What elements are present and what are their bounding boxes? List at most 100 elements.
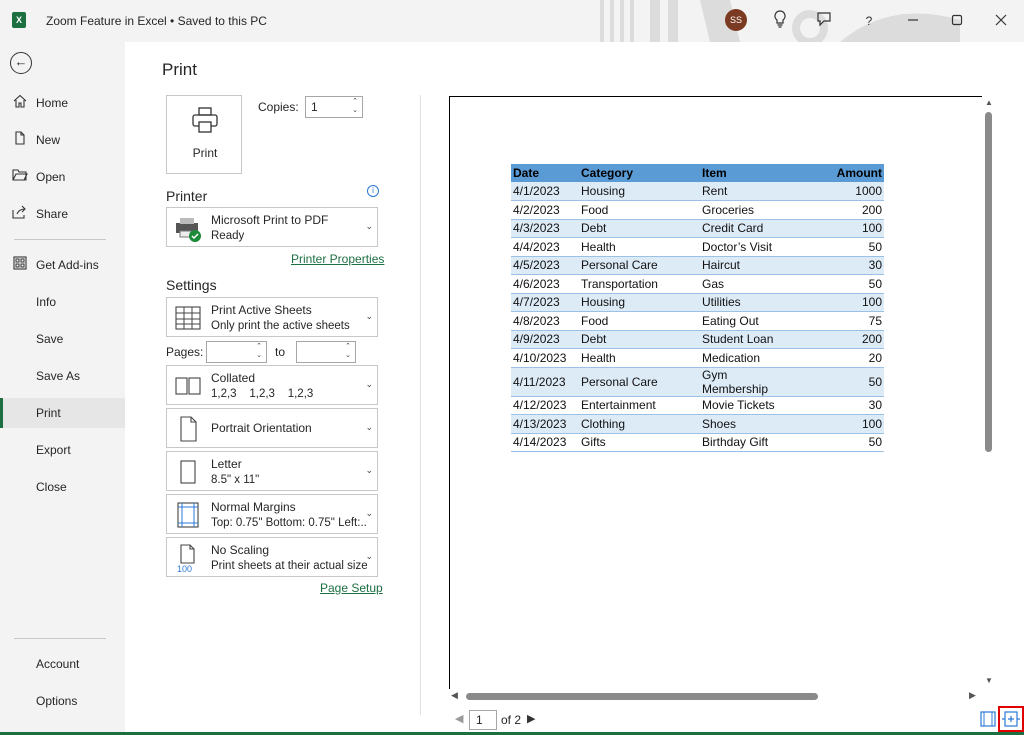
nav-account[interactable]: Account [0,649,125,679]
table-row: 4/8/2023 Food Eating Out 75 [511,311,884,331]
nav-share[interactable]: Share [0,199,125,229]
table-cell: Health [579,237,700,257]
nav-label: Home [36,96,69,110]
scroll-up-icon[interactable]: ▲ [984,98,994,107]
table-cell: Credit Card [700,219,795,238]
margins-dropdown[interactable]: Normal Margins Top: 0.75" Bottom: 0.75" … [166,494,378,534]
scaling-icon-label: 100 [177,564,192,573]
share-icon [12,199,28,229]
minimize-icon[interactable] [902,10,924,32]
nav-divider [14,239,106,240]
nav-info[interactable]: Info [0,287,125,317]
table-cell: 4/4/2023 [511,237,579,257]
orientation-dropdown[interactable]: Portrait Orientation ⌄ [166,408,378,448]
vertical-scroll-thumb[interactable] [985,112,992,452]
help-button[interactable]: ? [858,10,880,32]
table-cell: Clothing [579,414,700,434]
table-cell: Doctor’s Visit [700,237,795,257]
spin-arrows-icon[interactable]: ⌃ ⌄ [343,342,353,362]
printer-dropdown[interactable]: Microsoft Print to PDF Ready ⌄ [166,207,378,247]
nav-get-add-ins[interactable]: Get Add-ins [0,250,125,280]
table-cell: Debt [579,219,700,238]
nav-open[interactable]: Open [0,162,125,192]
table-cell: 4/10/2023 [511,348,579,368]
printer-status: Ready [211,230,245,242]
pages-from-input[interactable]: ⌃ ⌄ [206,341,267,363]
lightbulb-icon[interactable] [769,10,791,32]
nav-label: Open [36,170,66,184]
printer-properties-link[interactable]: Printer Properties [291,252,384,266]
nav-label: Close [36,480,67,494]
table-row: 4/7/2023 Housing Utilities 100 [511,293,884,312]
maximize-icon[interactable] [946,10,968,32]
table-row: 4/12/2023 Entertainment Movie Tickets 30 [511,396,884,415]
next-page-icon[interactable]: ▶ [527,712,535,725]
scroll-left-icon[interactable]: ◀ [451,690,458,701]
table-row: 4/13/2023 Clothing Shoes 100 [511,414,884,434]
nav-save-as[interactable]: Save As [0,361,125,391]
previous-page-icon[interactable]: ◀ [455,712,463,725]
close-icon[interactable] [990,10,1012,32]
printer-ready-icon [176,218,201,242]
column-header: Category [579,164,700,182]
zoom-to-page-icon[interactable] [998,706,1024,732]
nav-export[interactable]: Export [0,435,125,465]
table-cell: Gym Membership [700,367,795,397]
title-bar: X Zoom Feature in Excel • Saved to this … [0,0,1024,42]
table-cell: 200 [795,200,884,220]
horizontal-scrollbar[interactable]: ◀ ▶ [451,690,981,702]
table-cell: 50 [795,274,884,294]
table-cell: Transportation [579,274,700,294]
chevron-down-icon: ⌄ [365,508,373,518]
feedback-icon[interactable] [813,10,835,32]
collation-dropdown[interactable]: Collated 1,2,3 1,2,3 1,2,3 ⌄ [166,365,378,405]
copies-stepper[interactable]: 1 ⌃ ⌄ [305,96,363,118]
table-row: 4/14/2023 Gifts Birthday Gift 50 [511,433,884,452]
current-page-input[interactable]: 1 [469,710,497,730]
table-cell: Housing [579,293,700,312]
spin-arrows-icon[interactable]: ⌃ ⌄ [350,97,360,117]
table-cell: 100 [795,219,884,238]
table-cell: 4/12/2023 [511,396,579,415]
scaling-sub: Print sheets at their actual size [211,560,367,572]
table-cell: 100 [795,293,884,312]
paper-size-icon [180,460,196,484]
back-arrow-icon[interactable]: ← [10,52,32,74]
table-cell: Food [579,311,700,331]
chevron-down-icon: ⌄ [365,379,373,389]
user-avatar[interactable]: SS [725,9,747,31]
nav-options[interactable]: Options [0,686,125,716]
show-margins-icon[interactable] [980,711,996,727]
scaling-dropdown[interactable]: 100 No Scaling Print sheets at their act… [166,537,378,577]
nav-print[interactable]: Print [0,398,125,428]
print-what-sub: Only print the active sheets [211,320,350,332]
horizontal-scroll-thumb[interactable] [466,693,818,700]
table-cell: 4/13/2023 [511,414,579,434]
print-button-label: Print [192,146,218,160]
print-button[interactable]: Print [166,95,242,174]
scaling-main: No Scaling [211,543,270,557]
info-icon[interactable]: i [367,185,379,197]
nav-save[interactable]: Save [0,324,125,354]
pages-to-input[interactable]: ⌃ ⌄ [296,341,356,363]
table-header-row: Date Category Item Amount [511,164,884,182]
margins-icon [177,502,199,528]
spin-arrows-icon[interactable]: ⌃ ⌄ [254,342,264,362]
scroll-down-icon[interactable]: ▼ [984,676,994,685]
print-what-dropdown[interactable]: Print Active Sheets Only print the activ… [166,297,378,337]
table-cell: 4/2/2023 [511,200,579,220]
collation-main: Collated [211,371,256,385]
table-row: 4/3/2023 Debt Credit Card 100 [511,219,884,238]
vertical-scrollbar[interactable]: ▲ ▼ [984,96,994,689]
table-row: 4/5/2023 Personal Care Haircut 30 [511,256,884,275]
table-cell: Personal Care [579,256,700,275]
scroll-right-icon[interactable]: ▶ [969,690,976,701]
page-setup-link[interactable]: Page Setup [320,581,383,595]
paper-size-dropdown[interactable]: Letter 8.5" x 11" ⌄ [166,451,378,491]
nav-new[interactable]: New [0,125,125,155]
document-title: Zoom Feature in Excel • Saved to this PC [46,14,267,28]
nav-home[interactable]: Home [0,88,125,118]
table-cell: 4/5/2023 [511,256,579,275]
table-row: 4/1/2023 Housing Rent 1000 [511,182,884,201]
nav-close[interactable]: Close [0,472,125,502]
